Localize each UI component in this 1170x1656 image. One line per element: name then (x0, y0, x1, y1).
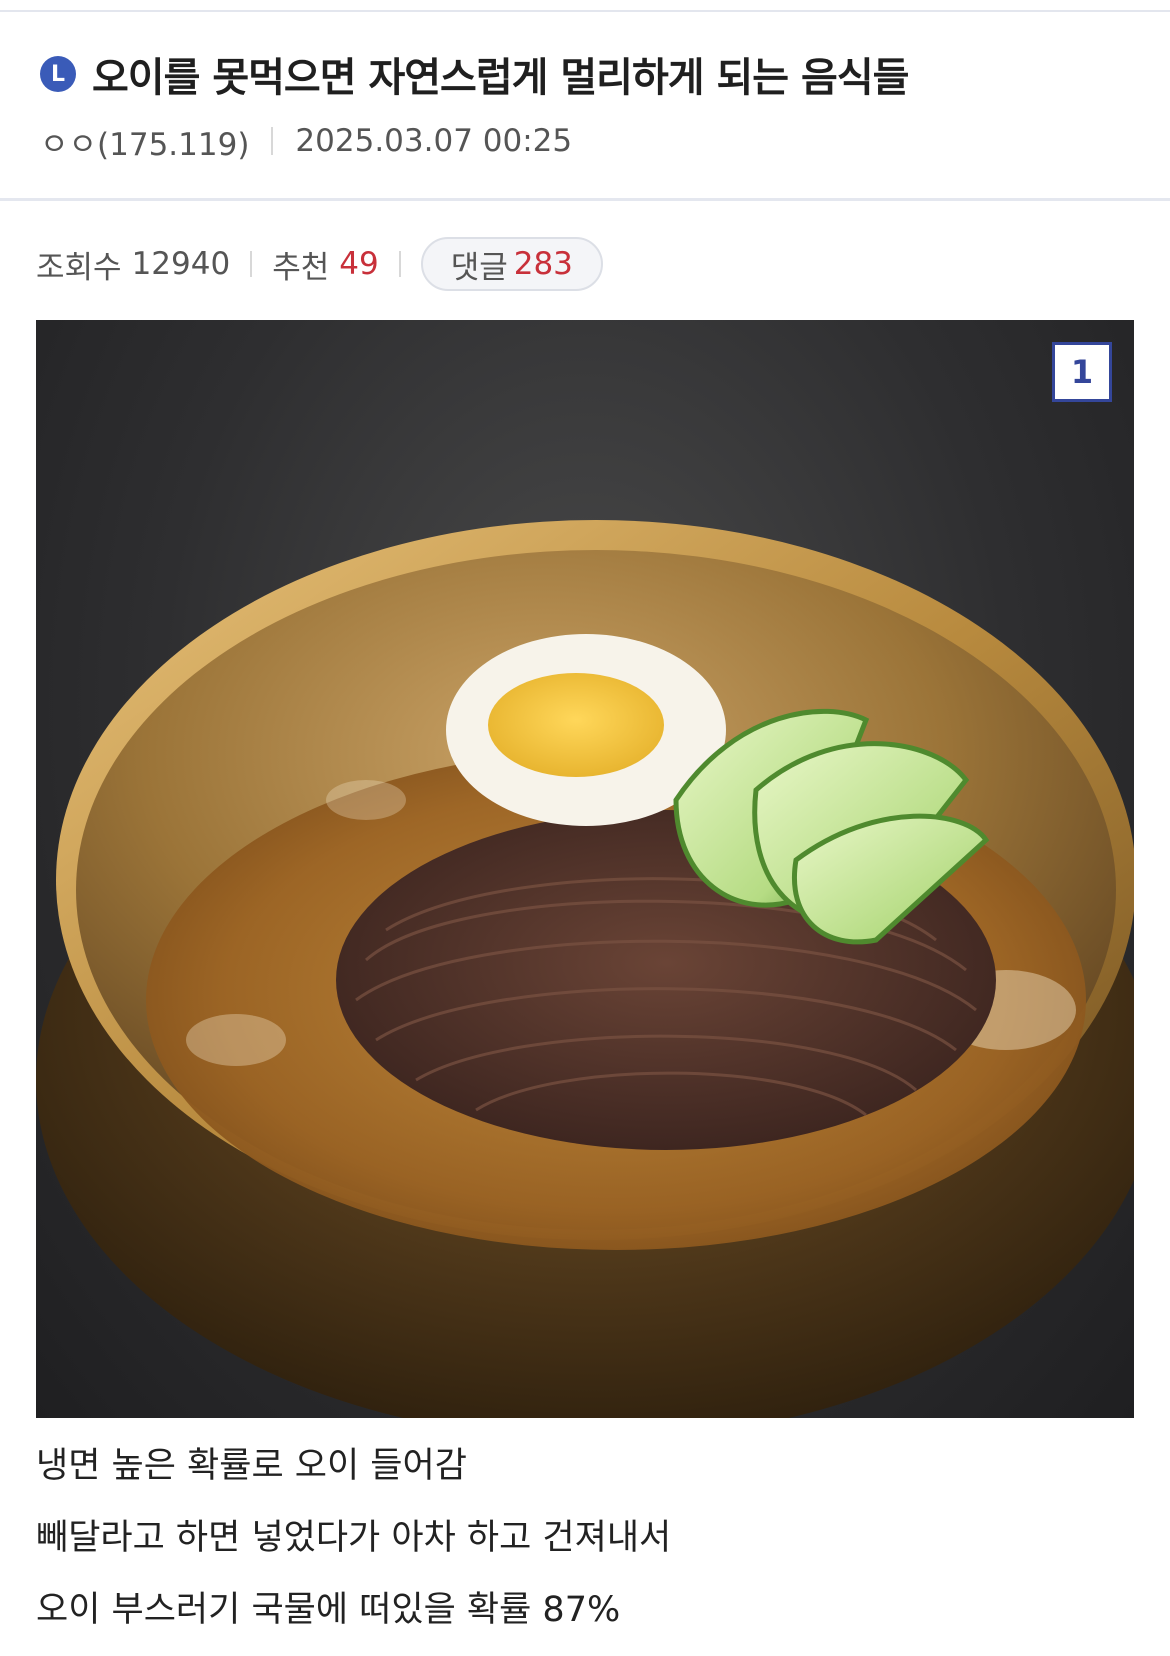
naengmyeon-illustration (36, 520, 1134, 1418)
stats-separator (250, 251, 253, 277)
body-line: 오이 부스러기 국물에 떠있을 확률 87% (36, 1590, 621, 1630)
post-meta: ㅇㅇ(175.119) 2025.03.07 00:25 (40, 118, 572, 164)
body-line: 냉면 높은 확률로 오이 들어감 (36, 1446, 467, 1486)
views-label: 조회수 (36, 249, 122, 286)
post-title-row: L 오이를 못먹으면 자연스럽게 멀리하게 되는 음식들 (40, 44, 1140, 104)
post-title: 오이를 못먹으면 자연스럽게 멀리하게 되는 음식들 (92, 55, 909, 101)
recommend-label: 추천 (272, 249, 330, 286)
comments-label: 댓글 (450, 249, 508, 286)
body-line: 빼달라고 하면 넣었다가 아차 하고 건져내서 (36, 1518, 672, 1558)
views-count: 12940 (131, 246, 231, 282)
post-stats: 조회수 12940 추천 49 댓글 283 (36, 236, 603, 292)
post-datetime: 2025.03.07 00:25 (295, 123, 573, 159)
post-type-badge: L (40, 56, 76, 92)
post-body: 냉면 높은 확률로 오이 들어감 빼달라고 하면 넣었다가 아차 하고 건져내서… (36, 1430, 1136, 1646)
recommend-count: 49 (339, 246, 379, 282)
author-name[interactable]: ㅇㅇ(175.119) (40, 119, 249, 164)
top-divider (0, 10, 1170, 12)
stats-separator (398, 251, 401, 277)
comments-count: 283 (513, 246, 573, 282)
image-index-badge: 1 (1052, 342, 1112, 402)
meta-separator (271, 127, 274, 155)
comments-button[interactable]: 댓글 283 (420, 237, 603, 291)
post-image[interactable]: 1 (36, 320, 1134, 1418)
header-divider (0, 198, 1170, 201)
